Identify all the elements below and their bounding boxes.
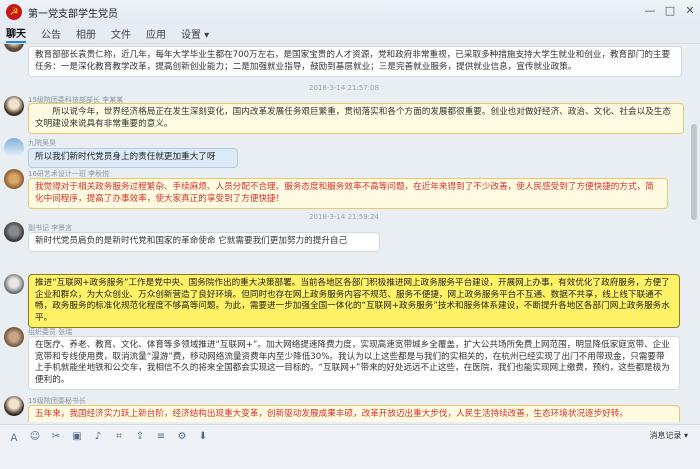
avatar[interactable] xyxy=(4,169,24,189)
message-bubble: 新时代党员肩负的是新时代党和国家的革命使命 它就需要我们更加努力的提升自己 xyxy=(28,232,380,252)
tab-announcement[interactable]: 公告 xyxy=(41,26,61,41)
chat-history[interactable]: 教育部部长袁贵仁称，近几年，每年大学毕业生都在700万左右，是国家宝贵的人才资源… xyxy=(0,44,688,422)
message-input-area[interactable]: Ａ ☺ ✂ ▣ ♪ ⌗ ⇪ ≡ ⚙ ⬇ 消息记录 ▾ xyxy=(0,424,700,469)
message-history-button[interactable]: 消息记录 ▾ xyxy=(649,430,688,441)
avatar[interactable] xyxy=(4,44,24,52)
screenshot-icon[interactable]: ✂ xyxy=(48,429,64,443)
menu-icon[interactable]: ≡ xyxy=(153,429,169,443)
minimize-icon[interactable]: — xyxy=(640,0,660,20)
close-icon[interactable]: ✕ xyxy=(680,0,700,20)
avatar[interactable] xyxy=(4,327,24,347)
message-timestamp: 2018-3-14 21:57:08 xyxy=(309,84,379,92)
font-icon[interactable]: Ａ xyxy=(6,429,22,444)
message-bubble: 五年来，我国经济实力跃上新台阶，经济结构出现重大变革，创新驱动发展成果丰硕，改革… xyxy=(28,405,680,422)
group-avatar-icon[interactable]: ☭ xyxy=(6,4,22,20)
window-controls: — □ ✕ xyxy=(640,0,700,20)
download-icon[interactable]: ⬇ xyxy=(195,429,211,443)
message-bubble: 推进“互联网+政务服务”工作是党中央、国务院作出的重大决策部署。当前各地区各部门… xyxy=(28,274,680,328)
maximize-icon[interactable]: □ xyxy=(660,0,680,20)
avatar[interactable] xyxy=(4,222,24,242)
avatar[interactable] xyxy=(4,138,24,158)
sender-name: 九院吴昊 xyxy=(28,139,56,147)
input-toolbar: Ａ ☺ ✂ ▣ ♪ ⌗ ⇪ ≡ ⚙ ⬇ xyxy=(6,429,216,444)
chat-scrollbar[interactable] xyxy=(691,48,697,416)
tab-files[interactable]: 文件 xyxy=(111,26,131,41)
tab-settings[interactable]: 设置 ▾ xyxy=(181,26,209,41)
avatar[interactable] xyxy=(4,396,24,416)
settings-icon[interactable]: ⚙ xyxy=(174,429,190,443)
message-bubble: 所以说今年，世界经济格局正在发生深刻变化，国内改革发展任务艰巨繁重，贯彻落实和各… xyxy=(28,103,684,134)
window-titlebar: ☭ 第一党支部学生党员 — □ ✕ xyxy=(0,0,700,24)
window-title: 第一党支部学生党员 xyxy=(28,8,118,20)
tab-bar: 聊天 公告 相册 文件 应用 设置 ▾ xyxy=(0,24,700,44)
upload-icon[interactable]: ⇪ xyxy=(132,429,148,443)
avatar[interactable] xyxy=(4,274,24,294)
avatar[interactable] xyxy=(4,96,24,116)
tab-chat[interactable]: 聊天 xyxy=(6,25,26,43)
scrollbar-thumb[interactable] xyxy=(691,124,697,220)
message-bubble: 在医疗、养老、教育、文化、体育等多领域推进“互联网+”。加大网络提速降费力度，实… xyxy=(28,336,680,390)
message-timestamp: 2018-3-14 21:59:24 xyxy=(309,213,379,221)
image-icon[interactable]: ▣ xyxy=(69,429,85,443)
emoji-icon[interactable]: ☺ xyxy=(27,429,43,443)
tab-apps[interactable]: 应用 xyxy=(146,26,166,41)
music-icon[interactable]: ♪ xyxy=(90,429,106,443)
message-bubble: 我觉得对于相关政务服务过程繁杂、手续麻烦、人员分配不合理、服务态度和服务效率不高… xyxy=(28,178,668,209)
grid-icon[interactable]: ⌗ xyxy=(111,429,127,443)
tab-album[interactable]: 相册 xyxy=(76,26,96,41)
message-bubble: 教育部部长袁贵仁称，近几年，每年大学毕业生都在700万左右，是国家宝贵的人才资源… xyxy=(28,46,682,77)
message-bubble: 所以我们新时代党员身上的责任就更加重大了呀 xyxy=(28,148,238,168)
